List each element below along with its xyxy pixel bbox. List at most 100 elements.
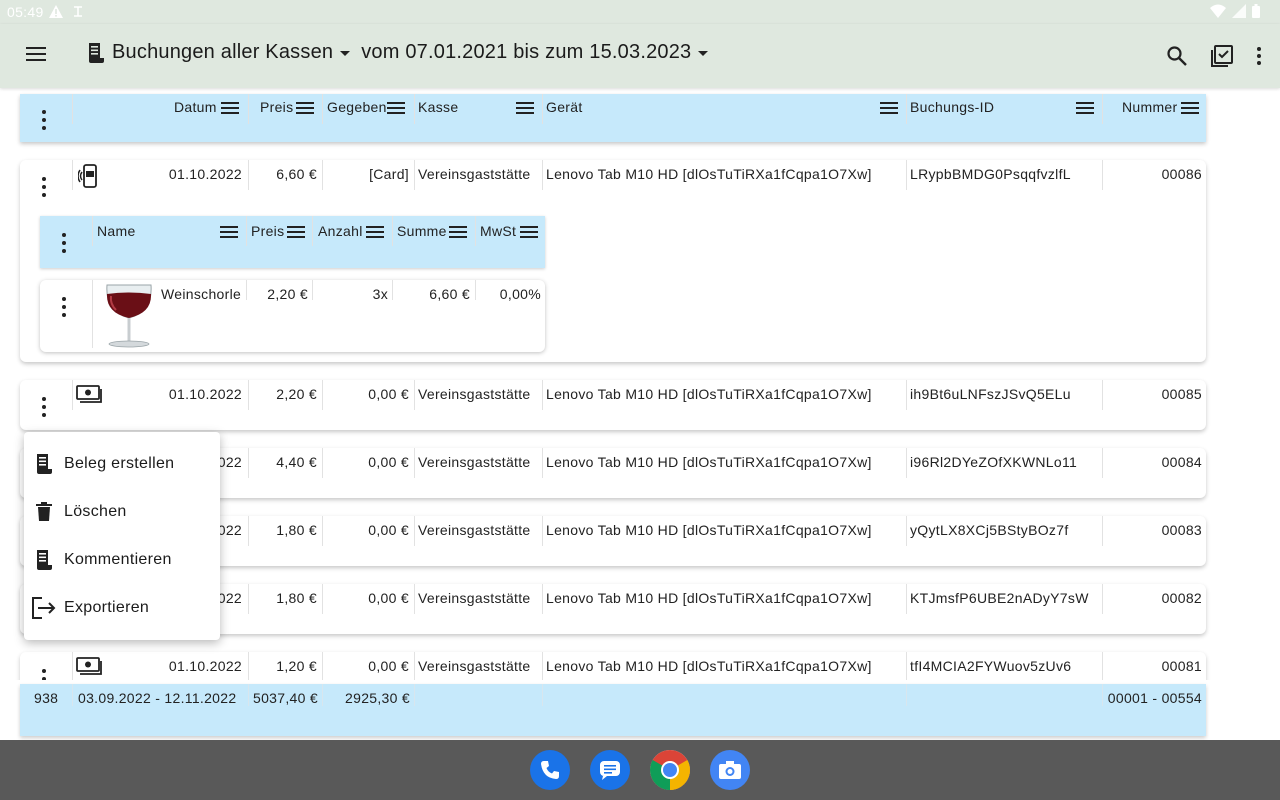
drag-handle-icon[interactable]: [1181, 102, 1199, 114]
camera-app-icon[interactable]: [710, 750, 750, 790]
table-header: Datum Preis Gegeben Kasse Gerät Buchungs…: [20, 94, 1206, 142]
row-price: 1,80 €: [276, 590, 317, 606]
item-vat: 0,00%: [499, 286, 541, 302]
battery-icon: [1252, 4, 1260, 23]
sub-column-header-name[interactable]: Name: [97, 223, 136, 239]
column-header-date[interactable]: Datum: [174, 99, 217, 115]
messages-app-icon[interactable]: [590, 750, 630, 790]
row-price: 4,40 €: [276, 454, 317, 470]
row-device: Lenovo Tab M10 HD [dlOsTuTiRXa1fCqpa1O7X…: [546, 522, 872, 538]
drag-handle-icon[interactable]: [1076, 102, 1094, 114]
summary-total-given: 2925,30 €: [345, 690, 410, 706]
date-range-selector[interactable]: vom 07.01.2021 bis zum 15.03.2023: [361, 41, 691, 64]
sub-table-row[interactable]: Weinschorle 2,20 € 3x 6,60 € 0,00%: [40, 280, 545, 352]
export-icon: [24, 597, 64, 619]
chrome-app-icon[interactable]: [650, 750, 690, 790]
row-register: Vereinsgaststätte: [418, 658, 531, 674]
row-more-icon[interactable]: [42, 397, 46, 417]
sub-column-header-quantity[interactable]: Anzahl: [318, 223, 363, 239]
drag-handle-icon[interactable]: [516, 102, 534, 114]
table-row[interactable]: 01.10.2022 2,20 € 0,00 € Vereinsgaststät…: [20, 380, 1206, 430]
chevron-down-icon[interactable]: [339, 41, 351, 64]
drag-handle-icon[interactable]: [387, 102, 405, 114]
item-more-icon[interactable]: [62, 297, 66, 317]
select-all-checkbox-icon[interactable]: [1210, 44, 1234, 73]
contactless-card-icon: [77, 163, 100, 194]
drag-handle-icon[interactable]: [221, 102, 239, 114]
drag-handle-icon[interactable]: [880, 102, 898, 114]
row-booking-id: KTJmsfP6UBE2nADyY7sW: [910, 590, 1089, 606]
column-header-register[interactable]: Kasse: [418, 99, 458, 115]
menu-item-label: Beleg erstellen: [64, 455, 175, 472]
chevron-down-icon[interactable]: [697, 41, 709, 64]
drag-handle-icon[interactable]: [220, 226, 238, 238]
row-given: 0,00 €: [368, 454, 409, 470]
wifi-icon: [1210, 4, 1226, 23]
drag-handle-icon[interactable]: [296, 102, 314, 114]
cash-icon: [76, 385, 102, 408]
row-number: 00086: [1161, 166, 1202, 182]
phone-app-icon[interactable]: [530, 750, 570, 790]
item-sum: 6,60 €: [429, 286, 470, 302]
column-header-device[interactable]: Gerät: [546, 99, 583, 115]
drag-handle-icon[interactable]: [449, 226, 467, 238]
header-more-icon[interactable]: [42, 110, 46, 130]
sub-column-header-vat[interactable]: MwSt: [480, 223, 516, 239]
wine-glass-icon: [102, 282, 156, 353]
row-register: Vereinsgaststätte: [418, 454, 531, 470]
menu-item-create-receipt[interactable]: Beleg erstellen: [24, 440, 220, 488]
summary-count: 938: [34, 690, 59, 706]
row-more-icon[interactable]: [42, 177, 46, 197]
trash-icon: [24, 502, 64, 522]
column-header-number[interactable]: Nummer: [1122, 99, 1177, 115]
row-register: Vereinsgaststätte: [418, 166, 531, 182]
item-price: 2,20 €: [267, 286, 308, 302]
drag-handle-icon[interactable]: [520, 226, 538, 238]
row-more-icon[interactable]: [42, 669, 46, 680]
search-icon[interactable]: [1166, 45, 1188, 72]
row-register: Vereinsgaststätte: [418, 590, 531, 606]
row-register: Vereinsgaststätte: [418, 522, 531, 538]
title-area: Buchungen aller Kassen vom 07.01.2021 bi…: [86, 41, 719, 64]
menu-item-delete[interactable]: Löschen: [24, 488, 220, 536]
item-quantity: 3x: [372, 286, 388, 302]
menu-item-label: Löschen: [64, 503, 127, 520]
column-header-price[interactable]: Preis: [260, 99, 293, 115]
row-booking-id: LRypbBMDG0PsqqfvzlfL: [910, 166, 1071, 182]
column-header-given[interactable]: Gegeben: [327, 99, 387, 115]
row-given: 0,00 €: [368, 590, 409, 606]
table-row[interactable]: 01.10.2022 6,60 € [Card] Vereinsgaststät…: [20, 160, 1206, 362]
row-given: [Card]: [369, 166, 409, 182]
menu-item-comment[interactable]: Kommentieren: [24, 536, 220, 584]
table-row[interactable]: 01.10.2022 1,20 € 0,00 € Vereinsgaststät…: [20, 652, 1206, 680]
row-price: 6,60 €: [276, 166, 317, 182]
sub-column-header-price[interactable]: Preis: [251, 223, 284, 239]
drag-handle-icon[interactable]: [287, 226, 305, 238]
sub-column-header-sum[interactable]: Summe: [397, 223, 447, 239]
register-selector[interactable]: Buchungen aller Kassen: [112, 41, 333, 64]
row-device: Lenovo Tab M10 HD [dlOsTuTiRXa1fCqpa1O7X…: [546, 386, 872, 402]
menu-item-label: Exportieren: [64, 599, 150, 616]
row-date: 01.10.2022: [168, 166, 242, 182]
signal-icon: [1232, 4, 1246, 23]
row-price: 1,80 €: [276, 522, 317, 538]
row-number: 00082: [1161, 590, 1202, 606]
row-device: Lenovo Tab M10 HD [dlOsTuTiRXa1fCqpa1O7X…: [546, 590, 872, 606]
system-navbar: [0, 740, 1280, 800]
sync-icon: [72, 4, 84, 24]
drag-handle-icon[interactable]: [366, 226, 384, 238]
receipt-icon: [24, 453, 64, 475]
sub-header-more-icon[interactable]: [62, 233, 66, 253]
menu-icon[interactable]: [26, 46, 46, 67]
sub-table-header: Name Preis Anzahl Summe MwSt: [40, 216, 545, 268]
status-bar: 05:49: [0, 0, 1280, 24]
more-vert-icon[interactable]: [1256, 46, 1262, 71]
menu-item-export[interactable]: Exportieren: [24, 584, 220, 632]
row-booking-id: tfI4MCIA2FYWuov5zUv6: [910, 658, 1072, 674]
item-name: Weinschorle: [161, 286, 242, 302]
row-device: Lenovo Tab M10 HD [dlOsTuTiRXa1fCqpa1O7X…: [546, 454, 872, 470]
column-header-booking-id[interactable]: Buchungs-ID: [910, 99, 994, 115]
menu-item-label: Kommentieren: [64, 551, 172, 568]
row-price: 2,20 €: [276, 386, 317, 402]
warning-icon: [48, 4, 64, 24]
